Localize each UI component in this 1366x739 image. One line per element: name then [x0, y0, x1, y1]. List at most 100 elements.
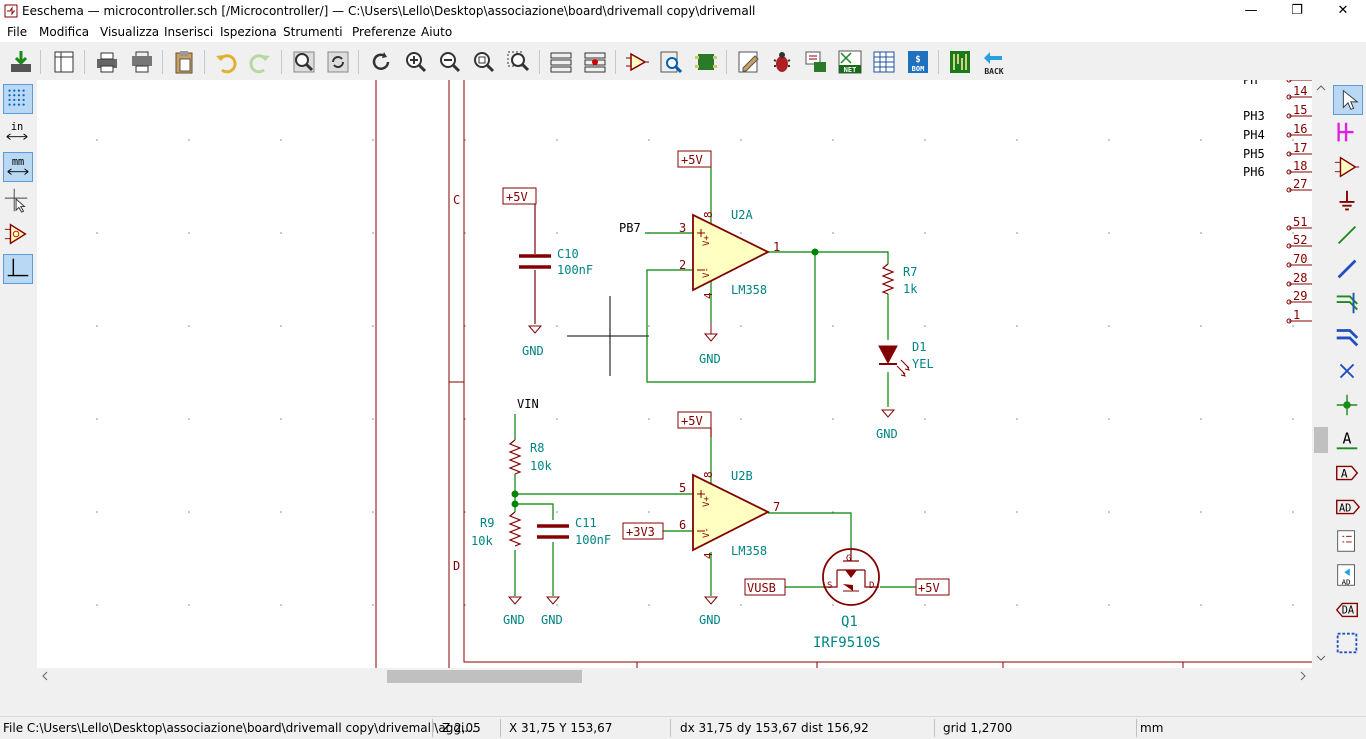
connector-pin-number: 15	[1293, 103, 1307, 117]
svg-text:100nF: 100nF	[557, 263, 593, 277]
add-graphic-line-icon[interactable]	[1333, 629, 1363, 659]
horizontal-scrollbar[interactable]	[37, 668, 1312, 685]
back-icon[interactable]: BACK	[980, 48, 1008, 76]
menu-modifica[interactable]: Modifica	[39, 25, 89, 39]
add-global-label-icon[interactable]: A	[1333, 459, 1363, 489]
page-settings-icon[interactable]	[50, 48, 78, 76]
print-icon[interactable]	[93, 48, 121, 76]
menu-strumenti[interactable]: Strumenti	[283, 25, 343, 39]
title-bar: Eeschema — microcontroller.sch [/Microco…	[0, 0, 1366, 22]
svg-text:+5V: +5V	[918, 581, 940, 595]
connector-pin-label: PH3	[1243, 109, 1265, 123]
menu-ispeziona[interactable]: Ispeziona	[220, 25, 277, 39]
scroll-right-icon[interactable]	[1300, 671, 1306, 681]
units-inches-icon[interactable]: in	[3, 118, 33, 148]
find-icon[interactable]	[290, 48, 318, 76]
scroll-up-icon[interactable]	[1316, 85, 1326, 91]
schematic-drawing[interactable]: C D +5V V+ V- 8 4 3 2 1 U2A LM358 PB7 GN…	[37, 80, 1312, 668]
svg-text:D1: D1	[912, 340, 926, 354]
vertical-scroll-thumb[interactable]	[1314, 427, 1328, 453]
menu-file[interactable]: File	[7, 25, 27, 39]
svg-text:5: 5	[679, 481, 686, 495]
refresh-icon[interactable]	[367, 48, 395, 76]
svg-text:1k: 1k	[903, 282, 918, 296]
svg-text:10k: 10k	[530, 459, 552, 473]
back-label: BACK	[984, 67, 1003, 76]
status-file: File C:\Users\Lello\Desktop\associazione…	[3, 721, 476, 735]
bus-to-bus-entry-icon[interactable]	[1333, 323, 1363, 353]
svg-text:Q1: Q1	[841, 614, 858, 630]
svg-text:V+: V+	[702, 235, 712, 246]
svg-text:4: 4	[702, 292, 715, 299]
svg-text:10k: 10k	[471, 534, 493, 548]
svg-text:C10: C10	[557, 247, 579, 261]
undo-icon[interactable]	[212, 48, 240, 76]
hierarchy-navigator-icon[interactable]	[547, 48, 575, 76]
svg-text:GND: GND	[522, 344, 544, 358]
add-junction-icon[interactable]	[1333, 391, 1363, 421]
svg-text:V+: V+	[702, 496, 712, 507]
svg-text:1: 1	[773, 240, 780, 254]
pcbnew-icon[interactable]	[946, 48, 974, 76]
bom-icon[interactable]: $ BOM	[904, 48, 932, 76]
plot-icon[interactable]	[128, 48, 156, 76]
leave-sheet-icon[interactable]	[581, 48, 609, 76]
redo-icon[interactable]	[246, 48, 274, 76]
menu-inserisci[interactable]: Inserisci	[164, 25, 213, 39]
save-icon[interactable]	[7, 48, 35, 76]
highlight-net-icon[interactable]	[1333, 119, 1363, 149]
add-hier-label-icon[interactable]: AD	[1333, 493, 1363, 523]
schematic-canvas[interactable]: C D +5V V+ V- 8 4 3 2 1 U2A LM358 PB7 GN…	[37, 80, 1312, 668]
maximize-button[interactable]: ❐	[1274, 0, 1320, 22]
menu-aiuto[interactable]: Aiuto	[421, 25, 452, 39]
status-units: mm	[1140, 721, 1164, 735]
erc-icon[interactable]	[768, 48, 796, 76]
left-toolbar: in mm	[0, 80, 36, 668]
menu-preferenze[interactable]: Preferenze	[352, 25, 416, 39]
net-label-pb7[interactable]: PB7	[619, 221, 641, 235]
add-power-icon[interactable]	[1333, 187, 1363, 217]
add-sheet-icon[interactable]	[1333, 527, 1363, 557]
netlist-icon[interactable]: NET	[836, 48, 864, 76]
add-symbol-icon[interactable]	[1333, 153, 1363, 183]
symbol-editor-icon[interactable]	[623, 48, 651, 76]
zoom-selection-icon[interactable]	[504, 48, 532, 76]
footprint-editor-icon[interactable]	[692, 48, 720, 76]
connector-pin-number: 16	[1293, 122, 1307, 136]
hidden-pins-icon[interactable]	[3, 220, 33, 250]
net-label-vin[interactable]: VIN	[517, 397, 539, 411]
add-bus-icon[interactable]	[1333, 255, 1363, 285]
no-connect-icon[interactable]	[1333, 357, 1363, 387]
import-sheet-pin-icon[interactable]: AD	[1333, 561, 1363, 591]
vertical-scrollbar[interactable]	[1312, 80, 1330, 668]
paste-icon[interactable]	[170, 48, 198, 76]
minimize-button[interactable]: —	[1228, 0, 1274, 22]
select-arrow-icon[interactable]	[1333, 85, 1363, 115]
cursor-shape-icon[interactable]	[3, 186, 33, 216]
wire-orthogonal-icon[interactable]	[3, 254, 33, 284]
add-sheet-pin-icon[interactable]: DA	[1333, 595, 1363, 625]
junction-u2a-out	[811, 248, 819, 256]
assign-footprints-icon[interactable]	[802, 48, 830, 76]
symbol-browser-icon[interactable]	[657, 48, 685, 76]
wire-to-bus-entry-icon[interactable]	[1333, 289, 1363, 319]
close-button[interactable]: ✕	[1320, 0, 1366, 22]
units-mm-icon[interactable]: mm	[3, 152, 33, 182]
svg-text:$: $	[915, 55, 920, 65]
bom-table-icon[interactable]	[870, 48, 898, 76]
zoom-fit-icon[interactable]	[470, 48, 498, 76]
status-xy: X 31,75 Y 153,67	[509, 721, 613, 735]
add-wire-icon[interactable]	[1333, 221, 1363, 251]
zoom-in-icon[interactable]	[402, 48, 430, 76]
annotate-icon[interactable]	[735, 48, 763, 76]
units-mm-label: mm	[12, 156, 24, 168]
add-label-icon[interactable]: A	[1333, 425, 1363, 455]
svg-text:V-: V-	[702, 527, 712, 538]
scroll-left-icon[interactable]	[42, 671, 48, 681]
horizontal-scroll-thumb[interactable]	[387, 670, 582, 683]
zoom-out-icon[interactable]	[436, 48, 464, 76]
grid-toggle-icon[interactable]	[3, 84, 33, 114]
find-replace-icon[interactable]	[324, 48, 352, 76]
menu-visualizza[interactable]: Visualizza	[100, 25, 159, 39]
scroll-down-icon[interactable]	[1316, 655, 1326, 661]
